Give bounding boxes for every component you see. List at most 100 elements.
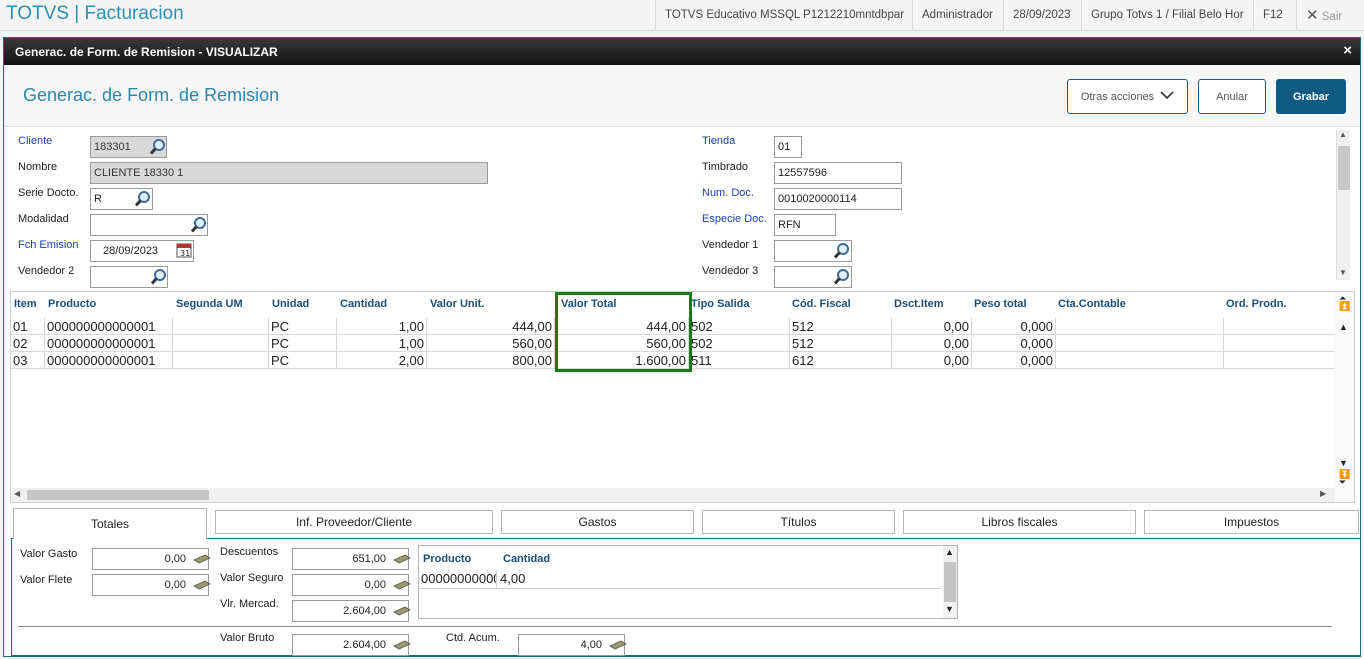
- nombre-field[interactable]: CLIENTE 18330 1: [90, 162, 488, 184]
- vlr-mercad-field[interactable]: 2.604,00: [292, 600, 409, 622]
- search-icon[interactable]: [150, 268, 168, 286]
- mini-scrollbar[interactable]: ▲ ▼: [943, 546, 957, 618]
- table-cell[interactable]: [173, 335, 269, 352]
- scroll-up-icon[interactable]: ▲: [1339, 130, 1347, 139]
- table-cell[interactable]: 2,00: [337, 352, 427, 369]
- hscroll-thumb[interactable]: [27, 490, 209, 500]
- scroll-left-icon[interactable]: ◀: [14, 489, 20, 498]
- table-cell[interactable]: [1056, 335, 1224, 352]
- grid-header[interactable]: Peso total: [974, 298, 1027, 310]
- scroll-down-icon[interactable]: ▼: [945, 604, 954, 614]
- table-row[interactable]: 03 000000000000001 PC 2,00 800,00 1.600,00 511…: [11, 352, 1336, 369]
- scroll-top-icon[interactable]: ⏶ ⏫: [1339, 294, 1350, 311]
- grid-header[interactable]: Tipo Salida: [691, 298, 749, 310]
- table-cell[interactable]: 1,00: [337, 318, 427, 335]
- grid-header[interactable]: Valor Total: [561, 298, 616, 310]
- grid-header[interactable]: Cta.Contable: [1058, 298, 1126, 310]
- table-cell[interactable]: [1056, 352, 1224, 369]
- grid-header[interactable]: Cód. Fiscal: [792, 298, 851, 310]
- table-cell[interactable]: 000000000000001: [45, 318, 173, 335]
- search-icon[interactable]: [833, 242, 851, 260]
- tab-gastos[interactable]: Gastos: [501, 510, 694, 534]
- valor-seguro-field[interactable]: 0,00: [292, 574, 409, 596]
- valor-flete-field[interactable]: 0,00: [92, 574, 209, 596]
- table-cell[interactable]: 612: [790, 352, 892, 369]
- table-cell[interactable]: 02: [11, 335, 45, 352]
- scroll-up-icon[interactable]: ▲: [1339, 322, 1348, 332]
- table-cell[interactable]: [173, 318, 269, 335]
- exit-button[interactable]: ✕ Sair: [1296, 0, 1364, 31]
- other-actions-button[interactable]: Otras acciones: [1067, 79, 1188, 114]
- branch-label[interactable]: Grupo Totvs 1 / Filial Belo Hor: [1081, 0, 1253, 31]
- grid-hscrollbar[interactable]: ◀ ▶: [11, 488, 1335, 502]
- grid-header[interactable]: Dsct.Item: [894, 298, 944, 310]
- grid-header[interactable]: Segunda UM: [176, 298, 243, 310]
- table-cell[interactable]: 511: [689, 352, 790, 369]
- tab-inf-proveedor-cliente[interactable]: Inf. Proveedor/Cliente: [215, 510, 493, 534]
- scroll-down-icon[interactable]: ▼: [1339, 458, 1348, 468]
- window-close-button[interactable]: ×: [1343, 42, 1352, 59]
- scroll-down-icon[interactable]: ▼: [1339, 268, 1347, 277]
- table-cell[interactable]: 502: [689, 335, 790, 352]
- table-cell[interactable]: 000000000000001: [45, 352, 173, 369]
- calendar-icon[interactable]: 31: [176, 242, 192, 258]
- table-cell[interactable]: 444,00: [427, 318, 555, 335]
- table-cell[interactable]: 000000000000001: [45, 335, 173, 352]
- descuentos-field[interactable]: 651,00: [292, 548, 409, 570]
- grid-header[interactable]: Producto: [48, 298, 96, 310]
- scroll-up-icon[interactable]: ▲: [945, 547, 954, 557]
- table-cell[interactable]: 1,00: [337, 335, 427, 352]
- num-doc-field[interactable]: 0010020000114: [774, 188, 902, 210]
- valor-gasto-field[interactable]: 0,00: [92, 548, 209, 570]
- scroll-right-icon[interactable]: ▶: [1320, 489, 1326, 498]
- table-cell[interactable]: [1224, 335, 1336, 352]
- table-cell[interactable]: 560,00: [555, 335, 689, 352]
- user-label[interactable]: Administrador: [912, 0, 1002, 31]
- search-icon[interactable]: [833, 268, 851, 286]
- table-cell[interactable]: 0,000: [972, 318, 1056, 335]
- grid-header[interactable]: Item: [14, 298, 37, 310]
- table-cell[interactable]: 1.600,00: [555, 352, 689, 369]
- f12-button[interactable]: F12: [1253, 0, 1292, 31]
- save-button[interactable]: Grabar: [1276, 79, 1346, 114]
- grid-vscrollbar[interactable]: ⏶ ⏫ ▲ ▼ ⏬ ⏷: [1335, 292, 1354, 502]
- table-row[interactable]: 02 000000000000001 PC 1,00 560,00 560,00 502 51…: [11, 335, 1336, 352]
- cancel-button[interactable]: Anular: [1198, 79, 1266, 114]
- grid-header[interactable]: Ord. Prodn.: [1226, 298, 1287, 310]
- table-cell[interactable]: 444,00: [555, 318, 689, 335]
- table-cell[interactable]: 0,000: [972, 335, 1056, 352]
- search-icon[interactable]: [134, 190, 152, 208]
- table-cell[interactable]: 03: [11, 352, 45, 369]
- table-cell[interactable]: 0,00: [892, 318, 972, 335]
- tienda-field[interactable]: 01: [774, 136, 802, 158]
- table-cell[interactable]: PC: [269, 318, 337, 335]
- table-cell[interactable]: 0,00: [892, 335, 972, 352]
- search-icon[interactable]: [149, 138, 167, 156]
- table-cell[interactable]: 512: [790, 318, 892, 335]
- table-row[interactable]: 01 000000000000001 PC 1,00 444,00 444,00 502 51…: [11, 318, 1336, 335]
- scroll-thumb[interactable]: [944, 562, 956, 602]
- search-icon[interactable]: [190, 216, 208, 234]
- table-cell[interactable]: 0,000: [972, 352, 1056, 369]
- table-cell[interactable]: [173, 352, 269, 369]
- table-row[interactable]: 000000000000001 4,00: [419, 571, 941, 589]
- tab-libros-fiscales[interactable]: Libros fiscales: [903, 510, 1136, 534]
- grid-header[interactable]: Valor Unit.: [430, 298, 484, 310]
- form-scrollbar[interactable]: ▲ ▼: [1336, 130, 1350, 280]
- table-cell[interactable]: 502: [689, 318, 790, 335]
- table-cell[interactable]: [1056, 318, 1224, 335]
- timbrado-field[interactable]: 12557596: [774, 162, 902, 184]
- valor-bruto-field[interactable]: 2.604,00: [292, 634, 409, 656]
- grid-header[interactable]: Unidad: [272, 298, 309, 310]
- table-cell[interactable]: PC: [269, 352, 337, 369]
- table-cell[interactable]: PC: [269, 335, 337, 352]
- table-cell[interactable]: 512: [790, 335, 892, 352]
- tab-titulos[interactable]: Títulos: [702, 510, 895, 534]
- scroll-thumb[interactable]: [1338, 146, 1350, 190]
- table-cell[interactable]: 560,00: [427, 335, 555, 352]
- tab-impuestos[interactable]: Impuestos: [1144, 510, 1359, 534]
- especie-doc-field[interactable]: RFN: [774, 214, 836, 236]
- grid-header[interactable]: Cantidad: [340, 298, 387, 310]
- table-cell[interactable]: 0,00: [892, 352, 972, 369]
- table-cell[interactable]: [1224, 318, 1336, 335]
